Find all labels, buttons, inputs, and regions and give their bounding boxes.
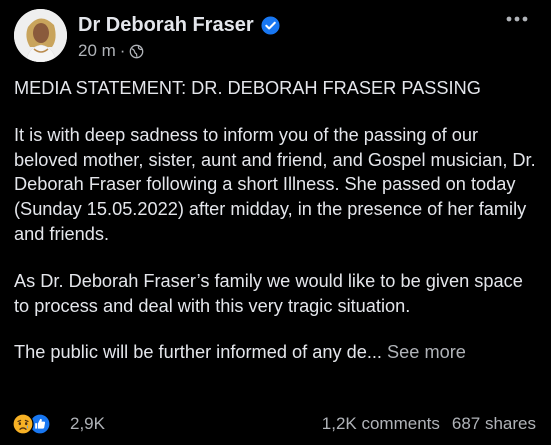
sad-reaction-icon bbox=[12, 413, 34, 435]
more-horizontal-icon bbox=[506, 16, 528, 22]
author-avatar[interactable] bbox=[14, 9, 67, 62]
author-name[interactable]: Dr Deborah Fraser bbox=[78, 14, 254, 37]
post-truncated-paragraph: The public will be further informed of a… bbox=[14, 340, 542, 365]
reaction-count: 2,9K bbox=[70, 414, 105, 433]
meta-separator: · bbox=[119, 41, 126, 60]
see-more-link[interactable]: See more bbox=[387, 342, 466, 362]
engagement-stats: 1,2K comments 687 shares bbox=[322, 410, 536, 438]
post-header: Dr Deborah Fraser 20 m · bbox=[14, 7, 539, 63]
globe-icon bbox=[129, 44, 144, 59]
post-paragraph: It is with deep sadness to inform you of… bbox=[14, 124, 536, 244]
reactions-summary[interactable]: 2,9K bbox=[12, 410, 105, 438]
post-meta: 20 m · bbox=[78, 41, 144, 61]
facebook-post: Dr Deborah Fraser 20 m · MEDIA STATEMENT… bbox=[0, 0, 551, 445]
post-paragraph: As Dr. Deborah Fraser’s family we would … bbox=[14, 270, 523, 316]
post-body: MEDIA STATEMENT: DR. DEBORAH FRASER PASS… bbox=[14, 76, 542, 365]
verified-badge-icon bbox=[261, 15, 280, 35]
shares-count-link[interactable]: 687 shares bbox=[452, 414, 536, 434]
post-headline: MEDIA STATEMENT: DR. DEBORAH FRASER PASS… bbox=[14, 78, 481, 98]
post-footer: 2,9K 1,2K comments 687 shares bbox=[8, 410, 536, 438]
reaction-icons bbox=[12, 412, 56, 436]
truncated-text: The public will be further informed of a… bbox=[14, 342, 382, 363]
avatar-portrait-icon bbox=[14, 9, 67, 62]
post-timestamp[interactable]: 20 m bbox=[78, 41, 116, 61]
comments-count-link[interactable]: 1,2K comments bbox=[322, 414, 440, 434]
more-options-button[interactable] bbox=[503, 7, 531, 31]
author-line: Dr Deborah Fraser bbox=[78, 12, 280, 38]
